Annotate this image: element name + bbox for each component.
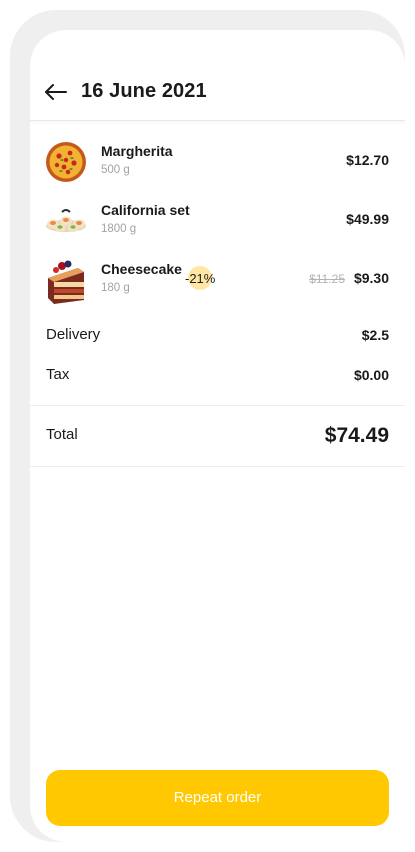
divider <box>30 405 405 406</box>
delivery-label: Delivery <box>46 326 101 343</box>
header: 16 June 2021 <box>30 30 405 121</box>
old-price: $11.25 <box>309 272 345 286</box>
item-name: Margherita <box>101 143 173 159</box>
divider <box>30 466 405 467</box>
item-name: California set <box>101 202 190 218</box>
delivery-value: $2.5 <box>361 327 389 343</box>
pizza-icon <box>44 140 88 184</box>
list-item[interactable]: Margherita 500 g $12.70 <box>30 140 405 186</box>
item-weight: 180 g <box>101 282 130 294</box>
list-item[interactable]: California set 1800 g $49.99 <box>30 199 405 245</box>
item-price: $9.30 <box>353 270 389 286</box>
repeat-order-button[interactable]: Repeat order <box>46 770 389 826</box>
list-item[interactable]: Cheesecake -21% 180 g $11.25 $9.30 <box>30 258 405 304</box>
item-name: Cheesecake <box>101 261 182 277</box>
item-price: $12.70 <box>346 152 389 168</box>
item-weight: 500 g <box>101 164 130 176</box>
total-label: Total <box>46 426 78 443</box>
page-title: 16 June 2021 <box>81 80 207 102</box>
app-screen: 16 June 2021 Margherita 500 g $12.70 Cal… <box>30 30 405 842</box>
sushi-icon <box>44 199 88 243</box>
cheesecake-icon <box>44 258 88 304</box>
discount-label: -21% <box>185 271 216 286</box>
arrow-left-icon <box>45 84 67 100</box>
device-frame: 16 June 2021 Margherita 500 g $12.70 Cal… <box>10 10 405 842</box>
back-button[interactable] <box>44 82 68 102</box>
item-price: $49.99 <box>346 211 389 227</box>
tax-value: $0.00 <box>353 367 389 383</box>
total-value: $74.49 <box>324 424 389 447</box>
tax-label: Tax <box>46 366 70 383</box>
item-weight: 1800 g <box>101 223 137 235</box>
